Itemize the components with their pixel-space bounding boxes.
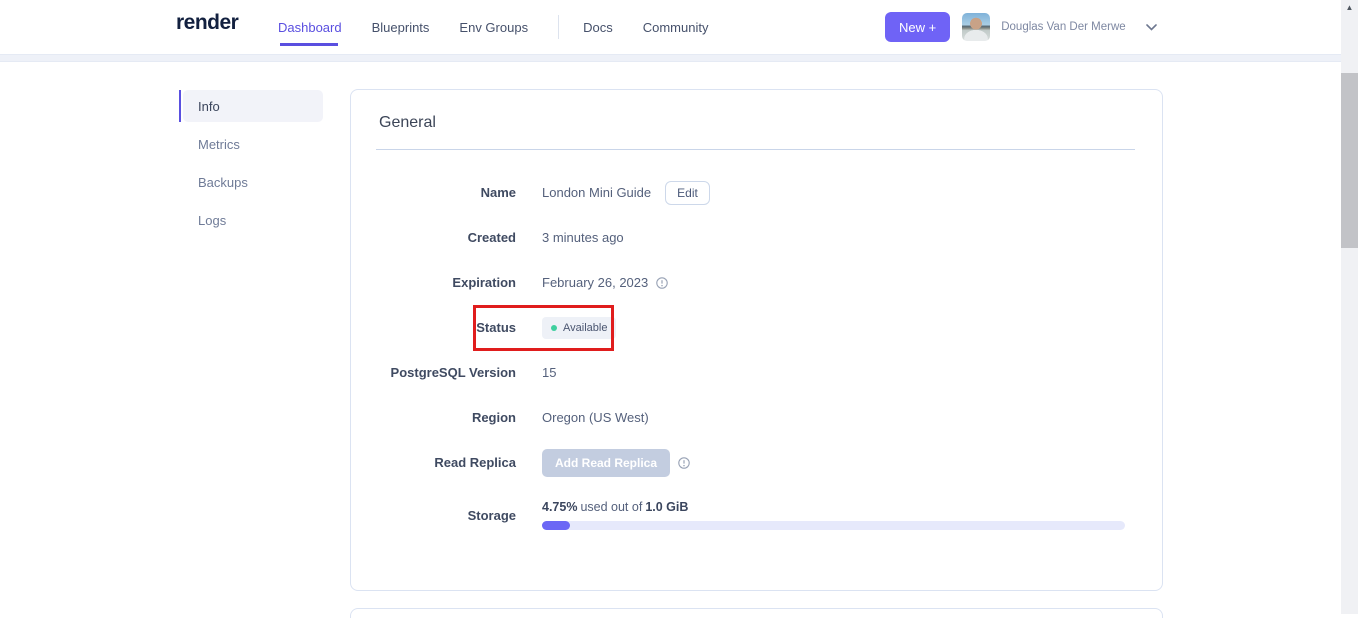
postgres-version-row: PostgreSQL Version 15 (351, 350, 1162, 395)
status-badge: Available (542, 316, 617, 339)
name-row: Name London Mini Guide Edit (351, 170, 1162, 215)
storage-row: Storage 4.75% used out of 1.0 GiB (351, 485, 1162, 545)
nav-community[interactable]: Community (643, 20, 709, 35)
region-value: Oregon (US West) (542, 410, 649, 425)
nav-dashboard[interactable]: Dashboard (278, 20, 342, 35)
user-name: Douglas Van Der Merwe (1001, 21, 1126, 33)
scroll-up-icon[interactable]: ▲ (1341, 3, 1358, 12)
card-divider (376, 149, 1135, 150)
next-card-top-edge (350, 608, 1163, 618)
created-label: Created (467, 230, 516, 245)
storage-progress-fill (542, 521, 570, 530)
storage-connector-text: used out of (580, 500, 643, 514)
info-icon[interactable] (656, 276, 668, 289)
vertical-scrollbar[interactable]: ▲ (1341, 0, 1358, 614)
header-right-cluster: New + Douglas Van Der Merwe (885, 0, 1157, 54)
scrollbar-thumb[interactable] (1341, 73, 1358, 248)
add-read-replica-button[interactable]: Add Read Replica (542, 448, 671, 477)
render-logo[interactable]: render (176, 11, 239, 35)
storage-progress-track (542, 521, 1125, 530)
card-title: General (379, 114, 436, 131)
nav-blueprints[interactable]: Blueprints (372, 20, 430, 35)
read-replica-label: Read Replica (434, 455, 516, 470)
region-label: Region (471, 410, 516, 425)
postgres-version-label: PostgreSQL Version (390, 365, 516, 380)
chevron-down-icon[interactable] (1145, 23, 1157, 31)
name-value: London Mini Guide (542, 185, 652, 200)
nav-env-groups[interactable]: Env Groups (459, 20, 528, 35)
info-icon[interactable] (678, 456, 690, 469)
sidebar-active-accent (179, 90, 181, 122)
user-avatar[interactable] (962, 13, 991, 41)
main-nav: Dashboard Blueprints Env Groups Docs Com… (278, 0, 738, 54)
region-row: Region Oregon (US West) (351, 395, 1162, 440)
storage-used-percent: 4.75% (542, 500, 578, 514)
edit-name-button[interactable]: Edit (665, 180, 710, 205)
nav-docs[interactable]: Docs (583, 20, 613, 35)
status-dot-icon (551, 324, 557, 331)
header-sub-band (0, 54, 1358, 62)
storage-usage-text: 4.75% used out of 1.0 GiB (542, 500, 1125, 514)
status-badge-text: Available (563, 321, 608, 334)
storage-total: 1.0 GiB (645, 500, 689, 514)
sidebar-item-logs[interactable]: Logs (183, 204, 323, 236)
sidebar-item-backups[interactable]: Backups (183, 166, 323, 198)
sidebar-item-info[interactable]: Info (183, 90, 323, 122)
expiration-row: Expiration February 26, 2023 (351, 260, 1162, 305)
created-row: Created 3 minutes ago (351, 215, 1162, 260)
field-rows: Name London Mini Guide Edit Created 3 mi… (351, 170, 1162, 545)
top-header: render Dashboard Blueprints Env Groups D… (0, 0, 1358, 54)
name-label: Name (480, 185, 516, 200)
nav-divider (558, 15, 560, 39)
active-tab-underline (280, 43, 338, 46)
general-card: General Name London Mini Guide Edit Crea… (350, 89, 1163, 591)
read-replica-row: Read Replica Add Read Replica (351, 440, 1162, 485)
status-label: Status (476, 320, 516, 335)
expiration-value: February 26, 2023 (542, 275, 649, 290)
postgres-version-value: 15 (542, 365, 557, 380)
expiration-label: Expiration (452, 275, 516, 290)
status-row: Status Available (351, 305, 1162, 350)
created-value: 3 minutes ago (542, 230, 624, 245)
service-sidebar: Info Metrics Backups Logs (179, 90, 324, 242)
sidebar-item-metrics[interactable]: Metrics (183, 128, 323, 160)
new-button[interactable]: New + (885, 12, 951, 42)
storage-label: Storage (467, 507, 516, 523)
